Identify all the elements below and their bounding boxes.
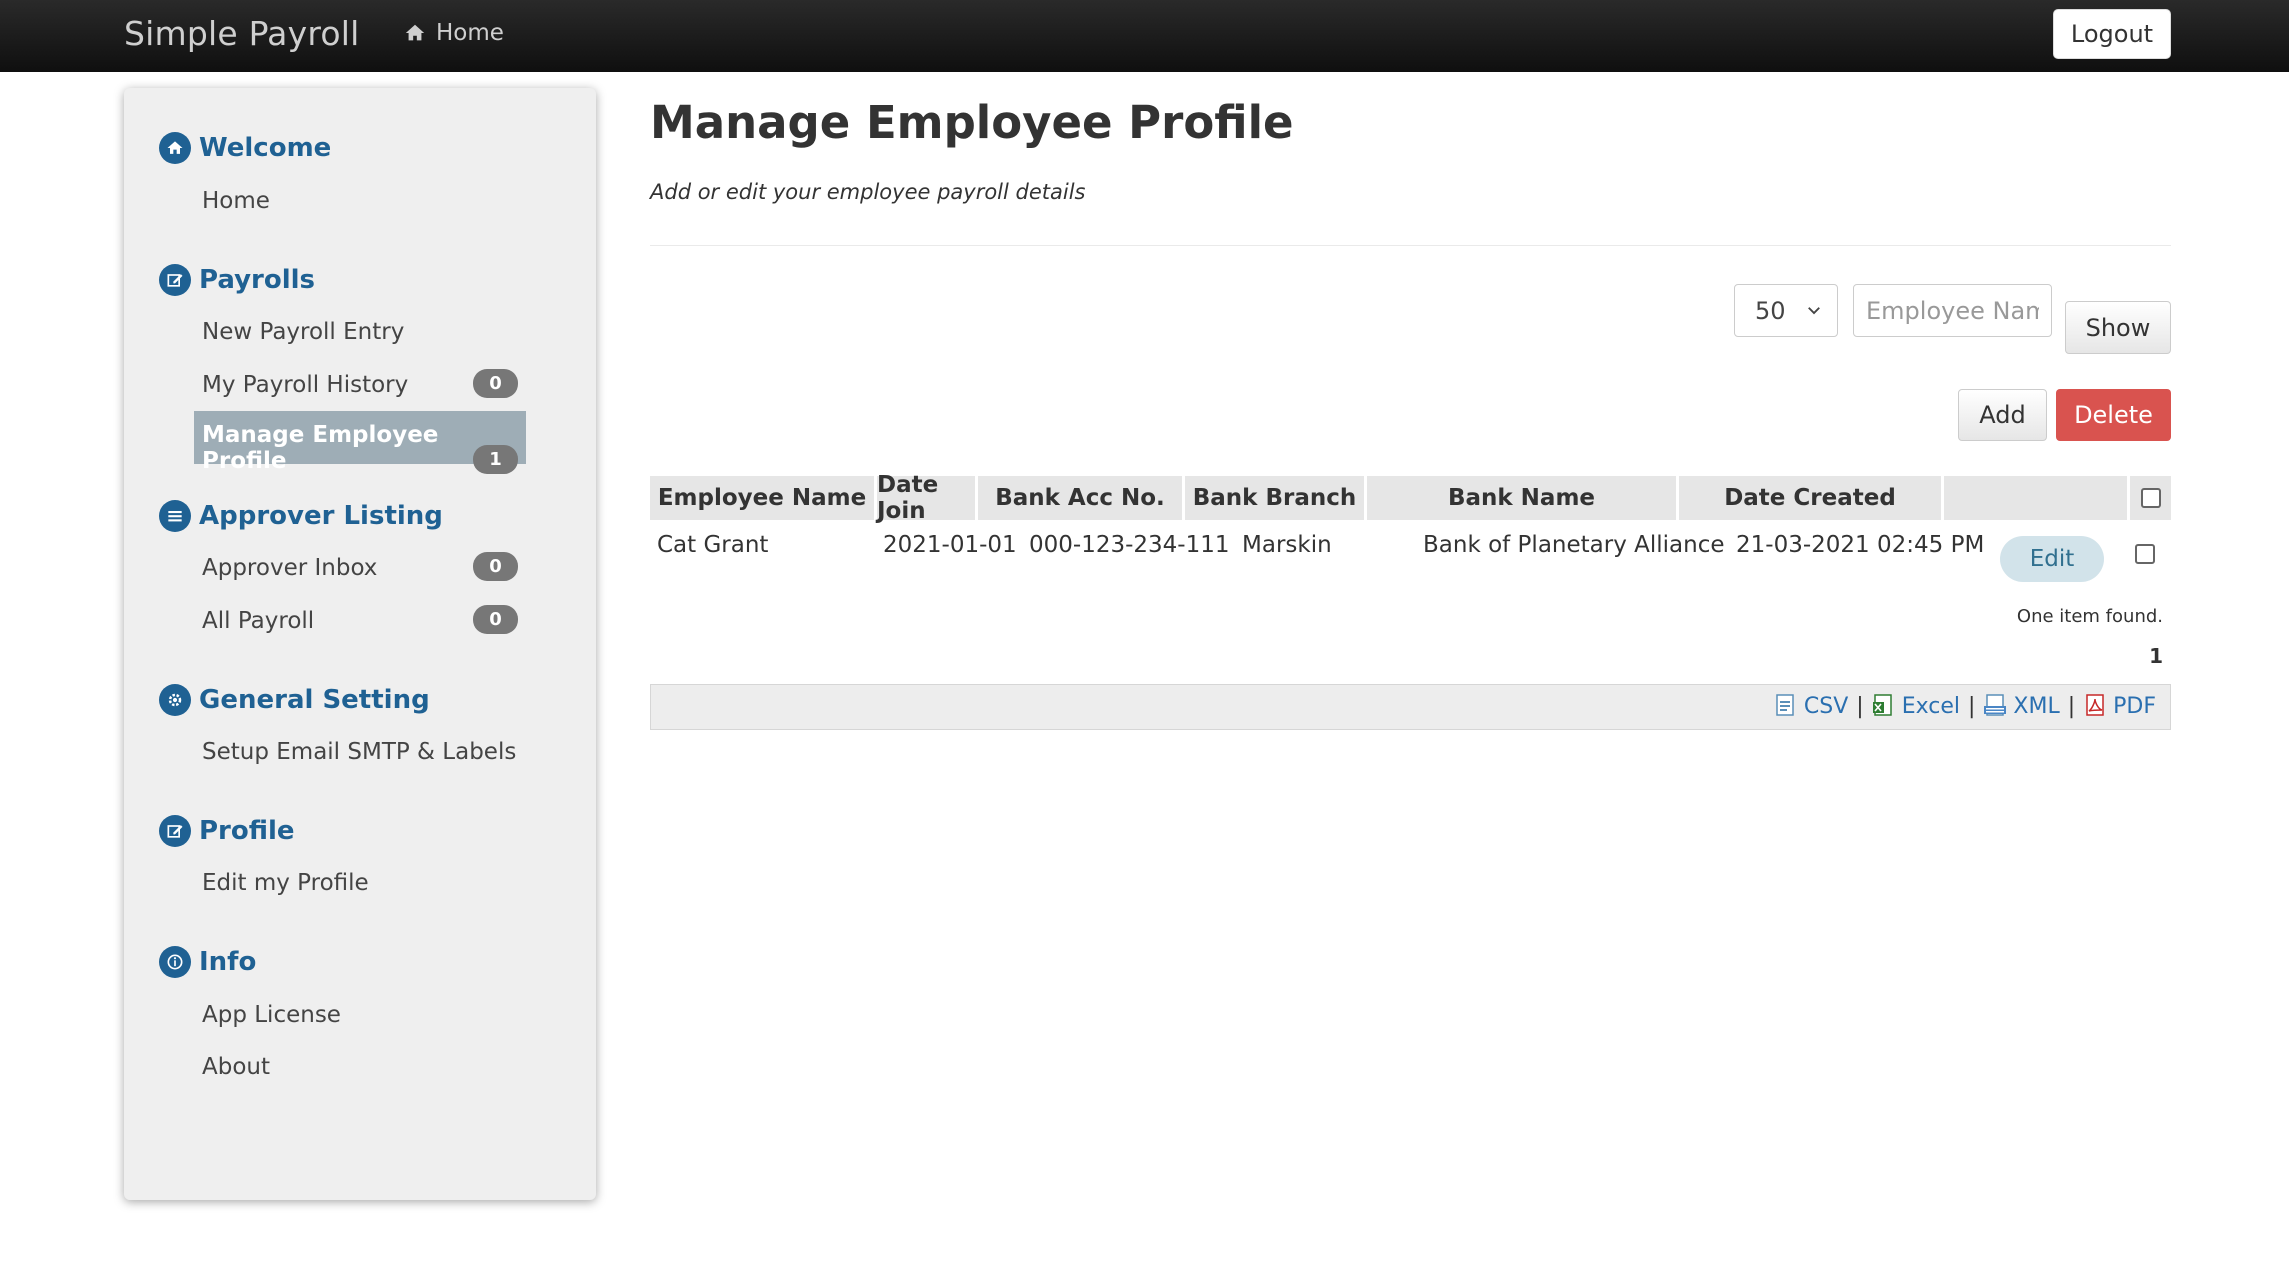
sidebar-item-edit-my-profile[interactable]: Edit my Profile <box>202 870 369 896</box>
column-header[interactable]: Bank Acc No. <box>978 476 1182 520</box>
top-navbar: Simple Payroll Home Logout <box>0 0 2289 72</box>
show-button[interactable]: Show <box>2065 301 2171 354</box>
xml-file-icon <box>1984 694 2007 716</box>
nav-home-label: Home <box>436 20 504 46</box>
edit-icon <box>159 815 191 847</box>
logout-button[interactable]: Logout <box>2053 9 2171 59</box>
sidebar-section-profile: Profile <box>159 815 295 847</box>
employee-name-search-input[interactable] <box>1853 284 2052 337</box>
page-title: Manage Employee Profile <box>650 96 1294 149</box>
export-bar: CSV | Excel | XML | PDF <box>650 684 2171 730</box>
per-page-select[interactable]: 50 <box>1734 284 1838 337</box>
sidebar-section-general-setting: General Setting <box>159 684 430 716</box>
sidebar: Welcome Home Payrolls New Payroll Entry … <box>124 88 596 1200</box>
column-header-select <box>2130 476 2171 520</box>
cell-bank-branch: Marskin <box>1242 532 1332 558</box>
select-all-checkbox[interactable] <box>2140 488 2161 508</box>
delete-button[interactable]: Delete <box>2056 389 2171 441</box>
export-excel-link[interactable]: Excel <box>1872 693 1960 719</box>
sidebar-item-all-payroll[interactable]: All Payroll <box>202 608 314 634</box>
per-page-value: 50 <box>1755 296 1786 325</box>
home-icon <box>159 132 191 164</box>
result-summary: One item found. <box>2016 606 2163 627</box>
edit-button[interactable]: Edit <box>2000 536 2104 582</box>
sidebar-item-approver-inbox[interactable]: Approver Inbox <box>202 555 377 581</box>
sidebar-section-welcome: Welcome <box>159 132 331 164</box>
csv-file-icon <box>1776 694 1794 716</box>
cell-bank-name: Bank of Planetary Alliance <box>1423 532 1725 558</box>
export-xml-link[interactable]: XML <box>1983 693 2060 719</box>
nav-home-link[interactable]: Home <box>404 20 504 46</box>
separator: | <box>1856 693 1864 719</box>
app-brand[interactable]: Simple Payroll <box>124 14 360 53</box>
sidebar-item-home[interactable]: Home <box>202 188 270 214</box>
cell-employee-name: Cat Grant <box>657 532 769 558</box>
home-icon <box>405 24 425 41</box>
divider <box>650 245 2171 246</box>
separator: | <box>2067 693 2076 719</box>
cell-date-created: 21-03-2021 02:45 PM <box>1736 532 1985 558</box>
edit-icon <box>159 264 191 296</box>
sidebar-section-info: Info <box>159 946 256 978</box>
export-pdf-link[interactable]: PDF <box>2083 693 2156 719</box>
column-header[interactable]: Bank Branch <box>1185 476 1364 520</box>
sidebar-item-about[interactable]: About <box>202 1054 270 1080</box>
count-badge: 1 <box>473 445 518 474</box>
sidebar-item-new-payroll-entry[interactable]: New Payroll Entry <box>202 319 404 345</box>
sidebar-item-setup-email-smtp[interactable]: Setup Email SMTP & Labels <box>202 739 516 765</box>
export-csv-link[interactable]: CSV <box>1774 693 1848 719</box>
count-badge: 0 <box>473 369 518 398</box>
excel-file-icon <box>1872 694 1892 716</box>
add-button[interactable]: Add <box>1958 389 2047 441</box>
sidebar-section-approver-listing: Approver Listing <box>159 500 443 532</box>
gear-icon <box>159 684 191 716</box>
chevron-down-icon <box>1808 307 1820 315</box>
column-header-actions <box>1944 476 2127 520</box>
pdf-file-icon <box>2086 694 2104 716</box>
count-badge: 0 <box>473 605 518 634</box>
separator: | <box>1967 693 1976 719</box>
info-icon <box>159 946 191 978</box>
pagination-page[interactable]: 1 <box>2149 644 2163 668</box>
column-header[interactable]: Date Created <box>1679 476 1941 520</box>
count-badge: 0 <box>473 552 518 581</box>
column-header[interactable]: Bank Name <box>1367 476 1676 520</box>
cell-date-join: 2021-01-01 <box>883 532 1017 558</box>
row-select-checkbox[interactable] <box>2135 544 2155 564</box>
sidebar-item-my-payroll-history[interactable]: My Payroll History <box>202 372 408 398</box>
list-icon <box>159 500 191 532</box>
sidebar-item-app-license[interactable]: App License <box>202 1002 341 1028</box>
column-header[interactable]: Employee Name <box>650 476 874 520</box>
column-header[interactable]: Date Join <box>877 472 975 524</box>
cell-bank-acc: 000-123-234-111 <box>1029 532 1230 558</box>
sidebar-section-payrolls: Payrolls <box>159 264 315 296</box>
page-subtitle: Add or edit your employee payroll detail… <box>650 180 1086 204</box>
